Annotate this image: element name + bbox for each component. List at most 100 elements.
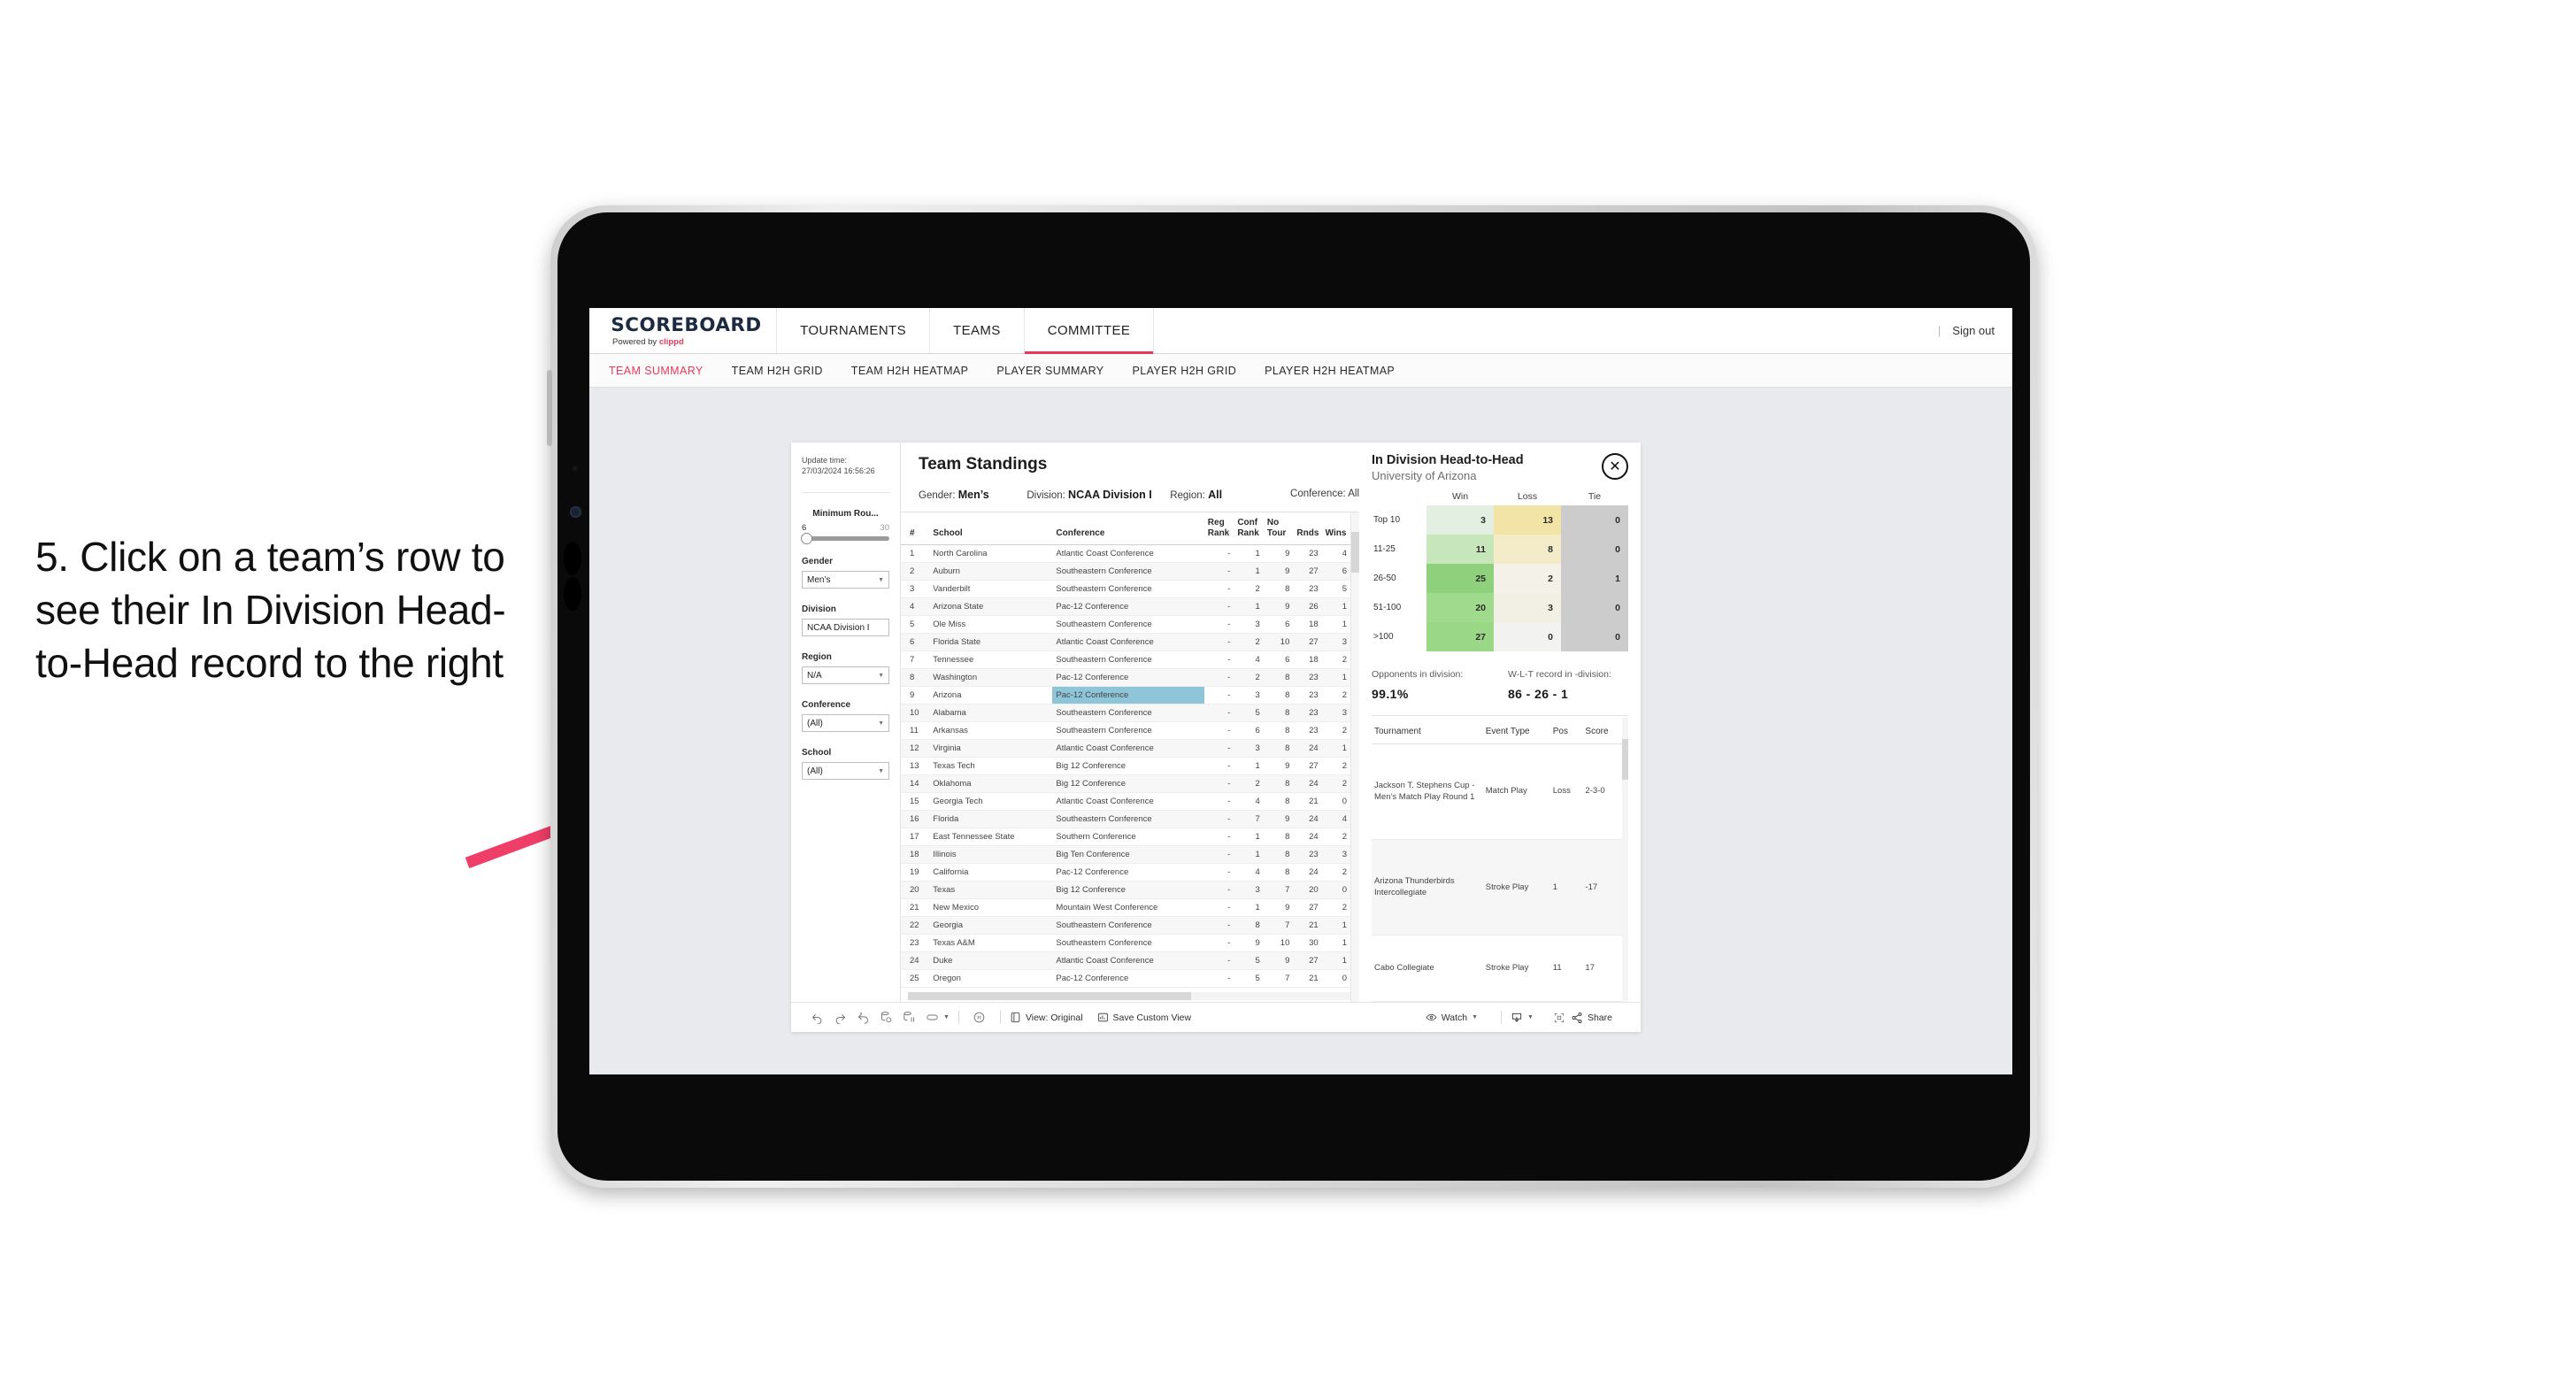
volume-up-button[interactable] <box>564 542 581 575</box>
chevron-down-icon[interactable]: ▼ <box>943 1014 950 1020</box>
cell-reg-rank[interactable]: - <box>1203 810 1234 828</box>
table-row[interactable]: 8 Washington Pac-12 Conference -2 8 23 1 <box>901 668 1350 687</box>
cell-reg-rank[interactable]: - <box>1203 686 1234 705</box>
watch-button[interactable]: Watch ▼ <box>1426 1012 1478 1023</box>
table-row[interactable]: 12 Virginia Atlantic Coast Conference -3 8 24… <box>901 739 1350 758</box>
cell-wins[interactable]: 5 <box>1321 580 1350 598</box>
cell-reg-rank[interactable]: - <box>1203 615 1234 634</box>
cell-no-tour[interactable]: 7 <box>1263 881 1294 899</box>
table-row[interactable]: 19 California Pac-12 Conference -4 8 24 2 <box>901 863 1350 882</box>
col-wins[interactable]: Wins <box>1321 512 1350 545</box>
cell-rank[interactable]: 1 <box>901 544 930 563</box>
col-pos[interactable]: Pos <box>1549 718 1583 744</box>
col-conference[interactable]: Conference <box>1052 512 1204 545</box>
cell-conf-rank[interactable]: 2 <box>1234 633 1264 651</box>
cell-rnds[interactable]: 24 <box>1293 810 1322 828</box>
cell-conference[interactable]: Southeastern Conference <box>1052 615 1204 634</box>
cell-school[interactable]: Georgia <box>929 916 1053 935</box>
tab-player-h2h-heatmap[interactable]: PLAYER H2H HEATMAP <box>1265 365 1395 377</box>
cell-conference[interactable]: Mountain West Conference <box>1052 898 1204 917</box>
cell-rnds[interactable]: 24 <box>1293 774 1322 793</box>
cell-no-tour[interactable]: 8 <box>1263 828 1294 846</box>
cell-rnds[interactable]: 24 <box>1293 828 1322 846</box>
table-row[interactable]: 17 East Tennessee State Southern Conferenc… <box>901 828 1350 846</box>
tab-team-summary[interactable]: TEAM SUMMARY <box>609 365 704 377</box>
slider-handle[interactable] <box>801 533 812 545</box>
cell-school[interactable]: Arizona <box>929 686 1053 705</box>
cell-wins[interactable]: 2 <box>1321 686 1350 705</box>
cell-reg-rank[interactable]: - <box>1203 863 1234 882</box>
table-row[interactable]: 25 Oregon Pac-12 Conference -5 7 21 0 <box>901 969 1350 988</box>
cell-wins[interactable]: 3 <box>1321 704 1350 722</box>
cell-no-tour[interactable]: 9 <box>1263 757 1294 775</box>
cell-school[interactable]: Florida State <box>929 633 1053 651</box>
table-row[interactable]: 11 Arkansas Southeastern Conference -6 8 23 2 <box>901 721 1350 740</box>
table-row[interactable]: 5 Ole Miss Southeastern Conference -3 6 18 1 <box>901 615 1350 634</box>
cell-conference[interactable]: Atlantic Coast Conference <box>1052 739 1204 758</box>
cell-wins[interactable]: 2 <box>1321 651 1350 669</box>
cell-no-tour[interactable]: 8 <box>1263 845 1294 864</box>
horizontal-scrollbar[interactable] <box>908 992 1350 1000</box>
cell-no-tour[interactable]: 9 <box>1263 562 1294 581</box>
cell-rank[interactable]: 18 <box>901 845 930 864</box>
cell-school[interactable]: East Tennessee State <box>929 828 1053 846</box>
vertical-scrollbar[interactable] <box>1351 512 1359 1002</box>
col-rank[interactable]: # <box>901 512 930 545</box>
nav-item-tournaments[interactable]: TOURNAMENTS <box>777 308 931 353</box>
cell-wins[interactable]: 4 <box>1321 810 1350 828</box>
cell-wins[interactable]: 1 <box>1321 916 1350 935</box>
cell-school[interactable]: Alabama <box>929 704 1053 722</box>
col-no-tour[interactable]: No Tour <box>1263 512 1294 545</box>
cell-reg-rank[interactable]: - <box>1203 739 1234 758</box>
cell-no-tour[interactable]: 10 <box>1263 934 1294 952</box>
tab-player-h2h-grid[interactable]: PLAYER H2H GRID <box>1133 365 1237 377</box>
cell-rnds[interactable]: 23 <box>1293 686 1322 705</box>
cell-conf-rank[interactable]: 1 <box>1234 562 1264 581</box>
cell-conf-rank[interactable]: 1 <box>1234 898 1264 917</box>
tab-team-h2h-heatmap[interactable]: TEAM H2H HEATMAP <box>851 365 969 377</box>
cell-rnds[interactable]: 21 <box>1293 969 1322 988</box>
cell-conf-rank[interactable]: 5 <box>1234 969 1264 988</box>
cell-rank[interactable]: 12 <box>901 739 930 758</box>
cell-rank[interactable]: 13 <box>901 757 930 775</box>
table-row[interactable]: 1 North Carolina Atlantic Coast Conference… <box>901 544 1350 563</box>
cell-no-tour[interactable]: 8 <box>1263 668 1294 687</box>
cell-rank[interactable]: 23 <box>901 934 930 952</box>
cell-conference[interactable]: Southeastern Conference <box>1052 651 1204 669</box>
horizontal-scroll-thumb[interactable] <box>908 992 1191 1000</box>
cell-reg-rank[interactable]: - <box>1203 544 1234 563</box>
download-button[interactable]: ▼ <box>1511 1012 1534 1024</box>
cell-rnds[interactable]: 27 <box>1293 898 1322 917</box>
cell-rnds[interactable]: 24 <box>1293 863 1322 882</box>
cell-rnds[interactable]: 20 <box>1293 881 1322 899</box>
fullscreen-icon[interactable] <box>1548 1007 1571 1028</box>
cell-school[interactable]: New Mexico <box>929 898 1053 917</box>
cell-conference[interactable]: Southeastern Conference <box>1052 934 1204 952</box>
col-score[interactable]: Score <box>1582 718 1622 744</box>
cell-conference[interactable]: Southern Conference <box>1052 828 1204 846</box>
cell-rnds[interactable]: 27 <box>1293 951 1322 970</box>
cell-conference[interactable]: Pac-12 Conference <box>1052 668 1204 687</box>
cell-conference[interactable]: Pac-12 Conference <box>1052 686 1204 705</box>
close-icon[interactable]: ✕ <box>1602 453 1628 480</box>
cell-conference[interactable]: Pac-12 Conference <box>1052 597 1204 616</box>
cell-rnds[interactable]: 30 <box>1293 934 1322 952</box>
cell-rnds[interactable]: 26 <box>1293 597 1322 616</box>
device-layout-icon[interactable] <box>920 1007 943 1028</box>
save-custom-view-button[interactable]: Save Custom View <box>1097 1012 1191 1023</box>
cell-no-tour[interactable]: 6 <box>1263 651 1294 669</box>
cell-conference[interactable]: Atlantic Coast Conference <box>1052 544 1204 563</box>
tab-player-summary[interactable]: PLAYER SUMMARY <box>996 365 1103 377</box>
cell-wins[interactable]: 0 <box>1321 881 1350 899</box>
cell-wins[interactable]: 6 <box>1321 562 1350 581</box>
cell-conf-rank[interactable]: 5 <box>1234 951 1264 970</box>
cell-rank[interactable]: 11 <box>901 721 930 740</box>
cell-wins[interactable]: 2 <box>1321 721 1350 740</box>
cell-conf-rank[interactable]: 2 <box>1234 580 1264 598</box>
cell-reg-rank[interactable]: - <box>1203 757 1234 775</box>
table-row[interactable]: 14 Oklahoma Big 12 Conference -2 8 24 2 <box>901 774 1350 793</box>
cell-school[interactable]: Oklahoma <box>929 774 1053 793</box>
cell-wins[interactable]: 2 <box>1321 898 1350 917</box>
cell-reg-rank[interactable]: - <box>1203 951 1234 970</box>
pause-auto-update-icon[interactable] <box>968 1007 991 1028</box>
